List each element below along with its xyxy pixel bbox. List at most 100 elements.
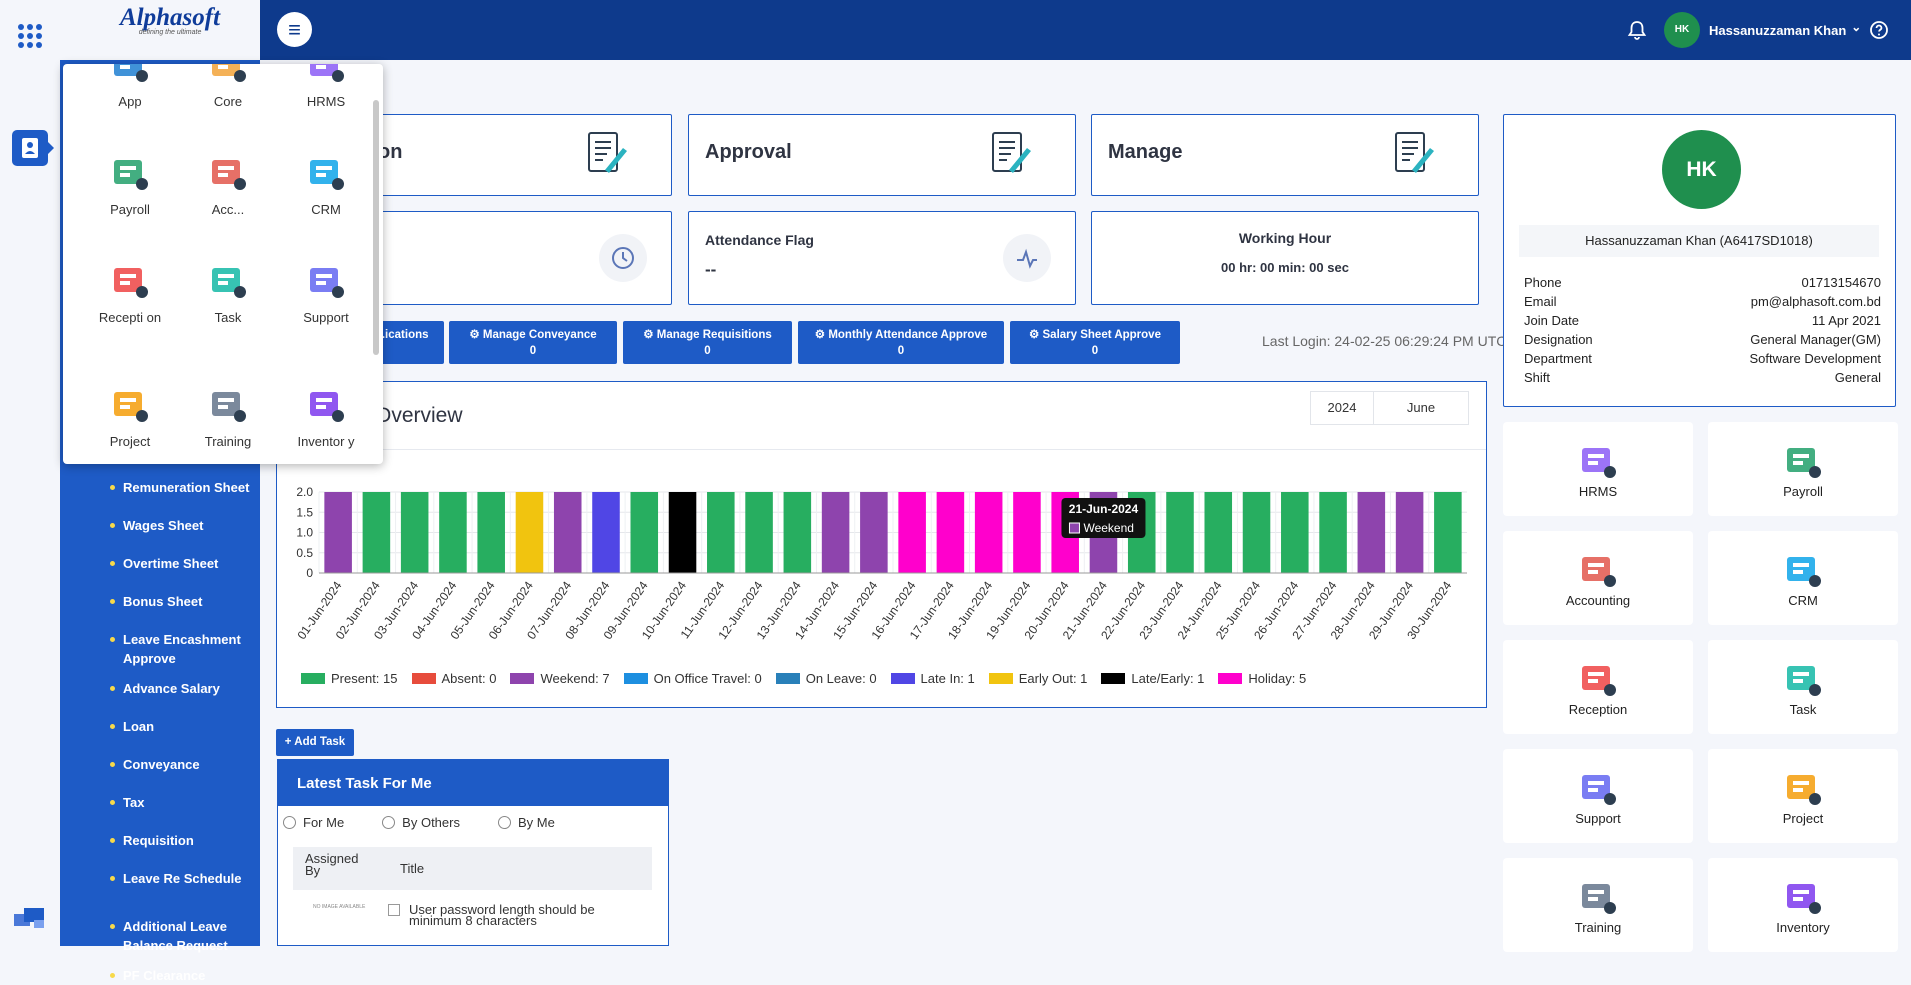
legend-item[interactable]: Late/Early: 1 <box>1101 671 1204 686</box>
sidebar-item[interactable]: Tax <box>60 793 154 812</box>
sidebar-item[interactable]: Additional Leave Balance Request <box>60 917 260 955</box>
hamburger-icon[interactable]: ≡ <box>277 12 312 47</box>
field-label: Shift <box>1524 370 1551 385</box>
alphasoft-logo[interactable]: Alphasoft defining the ultimate <box>120 4 220 36</box>
app-launcher-popup: App Core HRMS Payroll Acc... CRM Recepti on Tas… <box>63 64 383 464</box>
module-tile[interactable]: Accounting <box>1503 531 1693 625</box>
app-icon <box>206 64 250 88</box>
app-launcher-item[interactable]: Acc... <box>183 152 273 217</box>
legend-item[interactable]: Holiday: 5 <box>1218 671 1306 686</box>
legend-item[interactable]: Early Out: 1 <box>988 671 1087 686</box>
windows-icon[interactable] <box>12 904 48 932</box>
legend-item[interactable]: Weekend: 7 <box>510 671 610 686</box>
filter-by-me[interactable]: By Me <box>497 815 555 830</box>
y-tick-label: 0.5 <box>296 546 313 560</box>
bar <box>745 492 773 573</box>
profile-card: HK Hassanuzzaman Khan (A6417SD1018) Phon… <box>1503 114 1896 407</box>
left-rail <box>0 0 60 946</box>
y-tick-label: 2.0 <box>296 485 313 499</box>
popup-scrollbar[interactable] <box>373 100 379 355</box>
salary-sheet-approve-button[interactable]: ⚙ Salary Sheet Approve 0 <box>1010 321 1180 364</box>
module-label: HRMS <box>1578 484 1618 499</box>
tooltip-swatch <box>1068 522 1080 534</box>
legend-item[interactable]: On Office Travel: 0 <box>623 671 762 686</box>
module-tile[interactable]: CRM <box>1708 531 1898 625</box>
app-icon <box>108 260 152 304</box>
sidebar-item[interactable]: Requisition <box>60 831 204 850</box>
app-launcher-item[interactable]: Task <box>183 260 273 325</box>
app-launcher-item[interactable]: Support <box>281 260 371 325</box>
attendance-bar-chart: 00.51.01.52.001-Jun-202402-Jun-202403-Ju… <box>294 485 1467 642</box>
module-label: Payroll <box>1783 484 1823 499</box>
sidebar-item[interactable]: Loan <box>60 717 164 736</box>
module-tile[interactable]: Support <box>1503 749 1693 843</box>
user-profile-rail-button[interactable] <box>12 130 54 166</box>
column-title: Title <box>400 861 425 876</box>
app-launcher-item[interactable]: Core <box>183 64 273 109</box>
sidebar-item[interactable]: Wages Sheet <box>60 516 213 535</box>
help-icon[interactable] <box>1866 17 1892 43</box>
profile-field: Shift General <box>1524 370 1881 389</box>
chart-legend: Present: 15 Absent: 0 Weekend: 7 On Office … <box>301 671 1320 686</box>
add-task-button[interactable]: + Add Task <box>276 729 354 756</box>
manage-card[interactable]: Manage <box>1091 114 1479 196</box>
filter-for-me[interactable]: For Me <box>283 815 344 830</box>
app-icon <box>304 64 348 88</box>
module-tile[interactable]: Payroll <box>1708 422 1898 516</box>
bar <box>1166 492 1194 573</box>
field-value: 01713154670 <box>1801 275 1881 290</box>
filter-by-others[interactable]: By Others <box>382 815 460 830</box>
bar <box>324 492 352 573</box>
monthly-attendance-approve-button[interactable]: ⚙ Monthly Attendance Approve 0 <box>798 321 1004 364</box>
attendance-flag-label: Attendance Flag <box>705 232 814 248</box>
module-tile[interactable]: Project <box>1708 749 1898 843</box>
sidebar-item[interactable]: Leave Re Schedule <box>60 869 252 888</box>
attendance-flag-value: -- <box>705 260 717 279</box>
app-launcher-item[interactable]: App <box>85 64 175 109</box>
app-launcher-item[interactable]: CRM <box>281 152 371 217</box>
user-menu[interactable]: HK Hassanuzzaman Khan ⌄ <box>1664 12 1861 48</box>
field-value: 11 Apr 2021 <box>1811 313 1881 328</box>
working-hour-value: 00 hr: 00 min: 00 sec <box>1221 260 1349 275</box>
bar <box>1242 492 1271 573</box>
sidebar-item[interactable]: Bonus Sheet <box>60 592 212 611</box>
legend-item[interactable]: Late In: 1 <box>890 671 975 686</box>
profile-field: Join Date 11 Apr 2021 <box>1524 313 1881 332</box>
bar <box>860 492 888 573</box>
sidebar-item[interactable]: Leave Encashment Approve <box>60 630 260 668</box>
sidebar-item[interactable]: Overtime Sheet <box>60 554 228 573</box>
app-launcher-item[interactable]: Recepti on <box>85 260 175 325</box>
legend-item[interactable]: On Leave: 0 <box>775 671 877 686</box>
module-tile[interactable]: Task <box>1708 640 1898 734</box>
app-launcher-item[interactable]: Inventor y <box>281 384 371 449</box>
manage-requisitions-button[interactable]: ⚙ Manage Requisitions 0 <box>623 321 792 364</box>
field-value: General <box>1834 370 1881 385</box>
app-label: HRMS <box>306 94 346 109</box>
apps-grid-icon[interactable] <box>18 24 42 48</box>
manage-conveyance-button[interactable]: ⚙ Manage Conveyance 0 <box>449 321 617 364</box>
app-launcher-item[interactable]: Payroll <box>85 152 175 217</box>
bar <box>630 492 659 573</box>
approval-card[interactable]: Approval <box>688 114 1076 196</box>
sidebar-item[interactable]: PF Clearance <box>60 966 215 985</box>
task-checkbox[interactable] <box>388 904 400 916</box>
legend-item[interactable]: Present: 15 <box>301 671 398 686</box>
app-launcher-item[interactable]: Training <box>183 384 273 449</box>
sidebar-item[interactable]: Remuneration Sheet <box>60 478 259 497</box>
module-tile[interactable]: Inventory <box>1708 858 1898 952</box>
legend-item[interactable]: Absent: 0 <box>411 671 496 686</box>
sidebar-item[interactable]: Conveyance <box>60 755 210 774</box>
module-tile[interactable]: Training <box>1503 858 1693 952</box>
bar <box>515 492 544 573</box>
bar <box>362 492 391 573</box>
table-row[interactable]: NO IMAGE AVAILABLE User password length … <box>293 903 652 927</box>
bell-icon[interactable] <box>1624 17 1650 43</box>
app-launcher-item[interactable]: HRMS <box>281 64 371 109</box>
sidebar-item[interactable]: Advance Salary <box>60 679 230 698</box>
module-tile[interactable]: Reception <box>1503 640 1693 734</box>
app-launcher-item[interactable]: Project <box>85 384 175 449</box>
app-icon <box>206 384 250 428</box>
user-name: Hassanuzzaman Khan <box>1709 22 1847 38</box>
profile-avatar: HK <box>1662 130 1741 209</box>
module-tile[interactable]: HRMS <box>1503 422 1693 516</box>
